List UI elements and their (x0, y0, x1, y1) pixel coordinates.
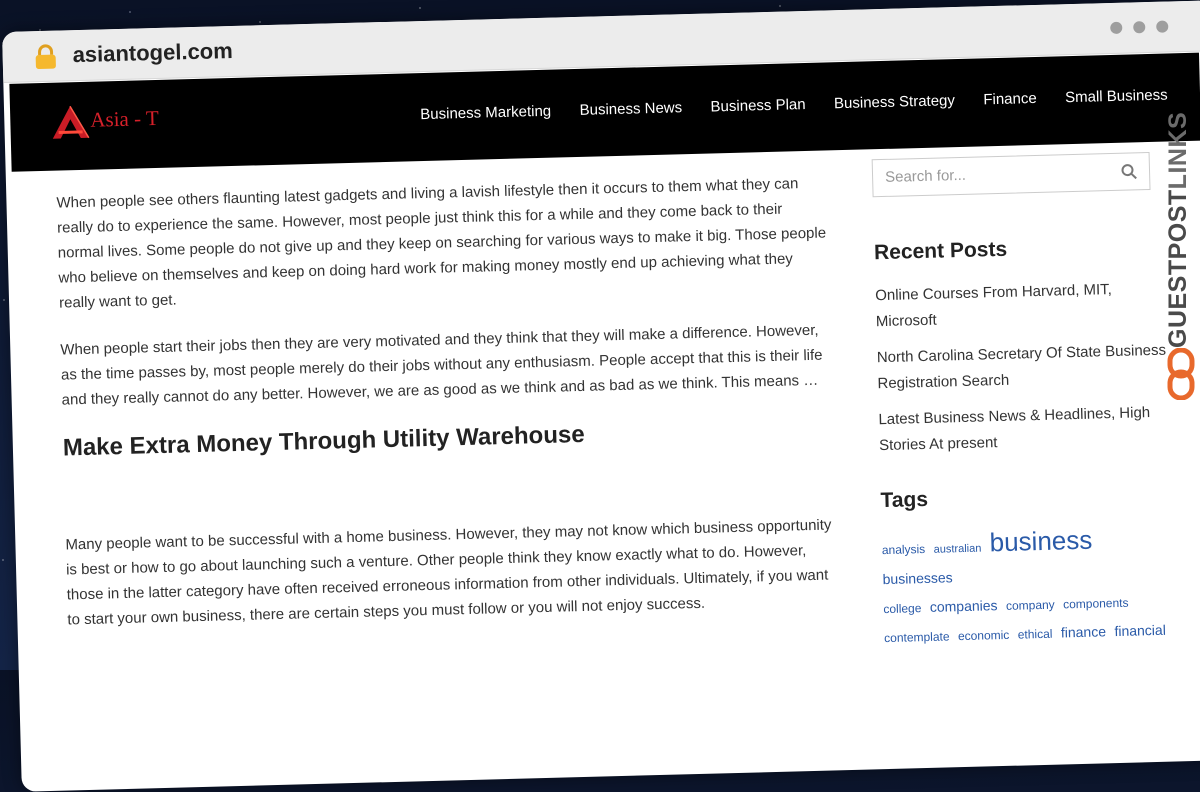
article-paragraph-1: When people see others flaunting latest … (56, 175, 827, 312)
watermark-part-2: LINKS (1164, 111, 1192, 190)
lock-icon (35, 44, 56, 70)
logo-a-icon (52, 105, 90, 139)
sidebar: Recent Posts Online Courses From Harvard… (871, 152, 1175, 653)
recent-posts-list: Online Courses From Harvard, MIT, Micros… (875, 276, 1170, 460)
tag-link[interactable]: ethical (1017, 620, 1053, 649)
tag-link[interactable]: finance (1060, 617, 1107, 646)
site-logo[interactable]: Asia - T (50, 99, 191, 149)
recent-post-link[interactable]: Latest Business News & Headlines, High S… (878, 400, 1169, 460)
browser-window: asiantogel.com Asia - T Business Marketi… (2, 0, 1200, 792)
guestpostlinks-watermark: GUESTPOSTLINKS (1158, 48, 1200, 400)
tag-link[interactable]: college (883, 594, 922, 623)
tag-link[interactable]: contemplate (884, 622, 950, 652)
recent-post-link[interactable]: North Carolina Secretary Of State Busine… (876, 338, 1167, 398)
nav-business-plan[interactable]: Business Plan (710, 96, 805, 115)
tag-cloud: analysis australian business businesses … (881, 524, 1174, 653)
nav-finance[interactable]: Finance (983, 90, 1037, 108)
tag-link[interactable]: business (989, 525, 1092, 558)
link-icon (1167, 348, 1195, 400)
recent-posts-title: Recent Posts (873, 237, 1008, 265)
window-dot-3[interactable] (1156, 20, 1169, 33)
main-nav: Business Marketing Business News Busines… (420, 86, 1192, 124)
tag-link[interactable]: financial (1114, 616, 1166, 645)
window-controls (1099, 19, 1169, 39)
main-content: When people see others flaunting latest … (56, 170, 838, 654)
address-bar-url[interactable]: asiantogel.com (72, 38, 233, 68)
article-heading[interactable]: Make Extra Money Through Utility Warehou… (63, 414, 833, 462)
tags-title: Tags (880, 487, 929, 513)
watermark-part-1: GUESTPOST (1164, 189, 1192, 348)
article-paragraph-3: Many people want to be successful with a… (65, 516, 832, 629)
nav-business-strategy[interactable]: Business Strategy (834, 92, 955, 112)
window-dot-2[interactable] (1133, 21, 1146, 34)
article-paragraph-2: When people start their jobs then they a… (60, 321, 823, 409)
tag-link[interactable]: australian (933, 535, 982, 564)
search-box (871, 152, 1151, 198)
recent-post-link[interactable]: Online Courses From Harvard, MIT, Micros… (875, 276, 1166, 336)
tag-link[interactable]: businesses (882, 563, 953, 593)
logo-text: Asia - T (90, 105, 160, 132)
watermark-text: GUESTPOSTLINKS (1164, 48, 1193, 348)
window-dot-1[interactable] (1110, 21, 1123, 34)
nav-business-marketing[interactable]: Business Marketing (420, 103, 551, 123)
tag-link[interactable]: components (1063, 589, 1129, 619)
nav-business-news[interactable]: Business News (579, 99, 682, 119)
search-icon[interactable] (1121, 163, 1137, 180)
tag-link[interactable]: companies (929, 591, 998, 621)
search-input[interactable] (872, 153, 1128, 195)
tag-link[interactable]: analysis (881, 535, 926, 564)
tag-link[interactable]: economic (958, 621, 1010, 650)
nav-small-business[interactable]: Small Business (1065, 87, 1168, 107)
tag-link[interactable]: company (1006, 591, 1055, 620)
